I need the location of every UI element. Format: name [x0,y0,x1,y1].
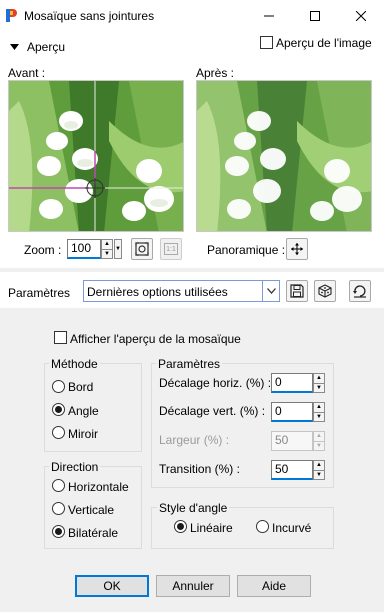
maximize-icon [310,11,320,21]
image-preview-checkbox[interactable] [260,36,273,49]
window-title: Mosaïque sans jointures [24,9,155,23]
cancel-button[interactable]: Annuler [156,575,230,597]
v-offset-input[interactable]: 0 [271,402,313,422]
presets-bar: Paramètres Dernières options utilisées [0,272,384,308]
ok-button[interactable]: OK [75,575,149,597]
maximize-button[interactable] [292,0,338,32]
before-preview-image[interactable] [8,80,184,232]
h-offset-input[interactable]: 0 [271,373,313,393]
triangle-down-icon [10,44,19,50]
corner-style-title: Style d'angle [157,501,230,515]
show-tile-preview-label: Afficher l'aperçu de la mosaïque [70,332,241,346]
direction-bilateral-radio[interactable] [52,525,65,538]
corner-curved-label: Incurvé [272,521,312,535]
zoom-spinner[interactable]: ▲ ▼ [101,239,113,259]
method-angle-radio[interactable] [52,403,65,416]
method-angle-label: Angle [68,404,99,418]
method-miroir-radio[interactable] [52,426,65,439]
spin-down-icon: ▼ [316,442,322,449]
direction-vertical-radio[interactable] [52,502,65,515]
dice-icon [318,284,332,298]
pan-button[interactable] [286,238,308,260]
show-tile-preview-checkbox[interactable] [54,331,67,344]
h-offset-spinner[interactable]: ▲ ▼ [313,373,325,393]
chevron-down-icon: ▼ [115,246,121,252]
paintshop-app-icon [6,9,17,22]
image-preview-label: Aperçu de l'image [276,36,372,50]
chevron-down-icon [266,288,276,294]
actual-size-icon: 1:1 [164,243,178,255]
after-label: Après : [196,66,235,80]
zoom-fit-icon [135,242,149,256]
width-input: 50 [271,431,313,451]
lily-of-the-valley-image [9,81,183,231]
spin-up-icon[interactable]: ▲ [314,461,324,471]
save-icon [290,284,304,298]
direction-horizontal-label: Horizontale [68,480,129,494]
corner-linear-radio[interactable] [174,520,187,533]
close-button[interactable] [338,0,384,32]
save-preset-button[interactable] [286,280,308,302]
transition-label: Transition (%) : [159,462,240,476]
after-preview-image [196,80,372,232]
close-icon [356,11,366,21]
spin-down-icon[interactable]: ▼ [314,384,324,393]
transition-spinner[interactable]: ▲ ▼ [313,460,325,480]
zoom-fit-button[interactable] [131,238,153,260]
spin-down-icon[interactable]: ▼ [314,471,324,480]
direction-bilateral-label: Bilatérale [68,526,119,540]
corner-curved-radio[interactable] [256,520,269,533]
pan-label: Panoramique : [207,243,286,257]
minimize-button[interactable] [246,0,292,32]
preview-area: Aperçu Aperçu de l'image Avant : Après : [0,32,384,268]
actual-size-button[interactable]: 1:1 [160,238,182,260]
width-spinner: ▲ ▼ [313,431,325,451]
spin-up-icon[interactable]: ▲ [314,403,324,413]
presets-dropdown-arrow[interactable] [262,281,279,301]
presets-selected: Dernières options utilisées [87,285,228,299]
direction-group-title: Direction [49,460,101,474]
minimize-icon [264,15,274,17]
tiled-result-image [197,81,371,231]
method-bord-label: Bord [68,380,94,394]
help-button[interactable]: Aide [237,575,311,597]
direction-vertical-label: Verticale [68,503,115,517]
preview-toggle-label: Aperçu [27,40,66,54]
spin-down-icon[interactable]: ▼ [314,413,324,422]
transition-input[interactable]: 50 [271,460,313,480]
preview-toggle[interactable]: Aperçu [10,39,100,55]
zoom-label: Zoom : [24,243,62,257]
method-bord-radio[interactable] [52,380,65,393]
spin-up-icon[interactable]: ▲ [314,374,324,384]
width-label: Largeur (%) : [159,433,230,447]
zoom-input[interactable]: 100 [67,239,101,259]
reset-icon [353,285,366,298]
dialog-window: Mosaïque sans jointures Aperçu Aperçu de… [0,0,384,612]
randomize-button[interactable] [314,280,336,302]
h-offset-label: Décalage horiz. (%) : [159,376,272,390]
before-label: Avant : [8,66,46,80]
corner-linear-label: Linéaire [190,521,233,535]
zoom-dropdown[interactable]: ▼ [114,239,122,259]
direction-horizontal-radio[interactable] [52,479,65,492]
reset-button[interactable] [349,280,371,302]
method-miroir-label: Miroir [68,427,98,441]
v-offset-spinner[interactable]: ▲ ▼ [313,402,325,422]
presets-label: Paramètres [8,286,71,300]
move-arrows-icon [291,243,303,255]
method-group-title: Méthode [49,357,100,371]
spin-up-icon[interactable]: ▲ [102,240,112,250]
presets-dropdown[interactable]: Dernières options utilisées [83,280,280,302]
title-bar: Mosaïque sans jointures [0,0,384,32]
spin-up-icon: ▲ [314,432,324,442]
v-offset-label: Décalage vert. (%) : [159,404,266,418]
spin-down-icon[interactable]: ▼ [102,250,112,259]
params-group-title: Paramètres [156,357,223,371]
